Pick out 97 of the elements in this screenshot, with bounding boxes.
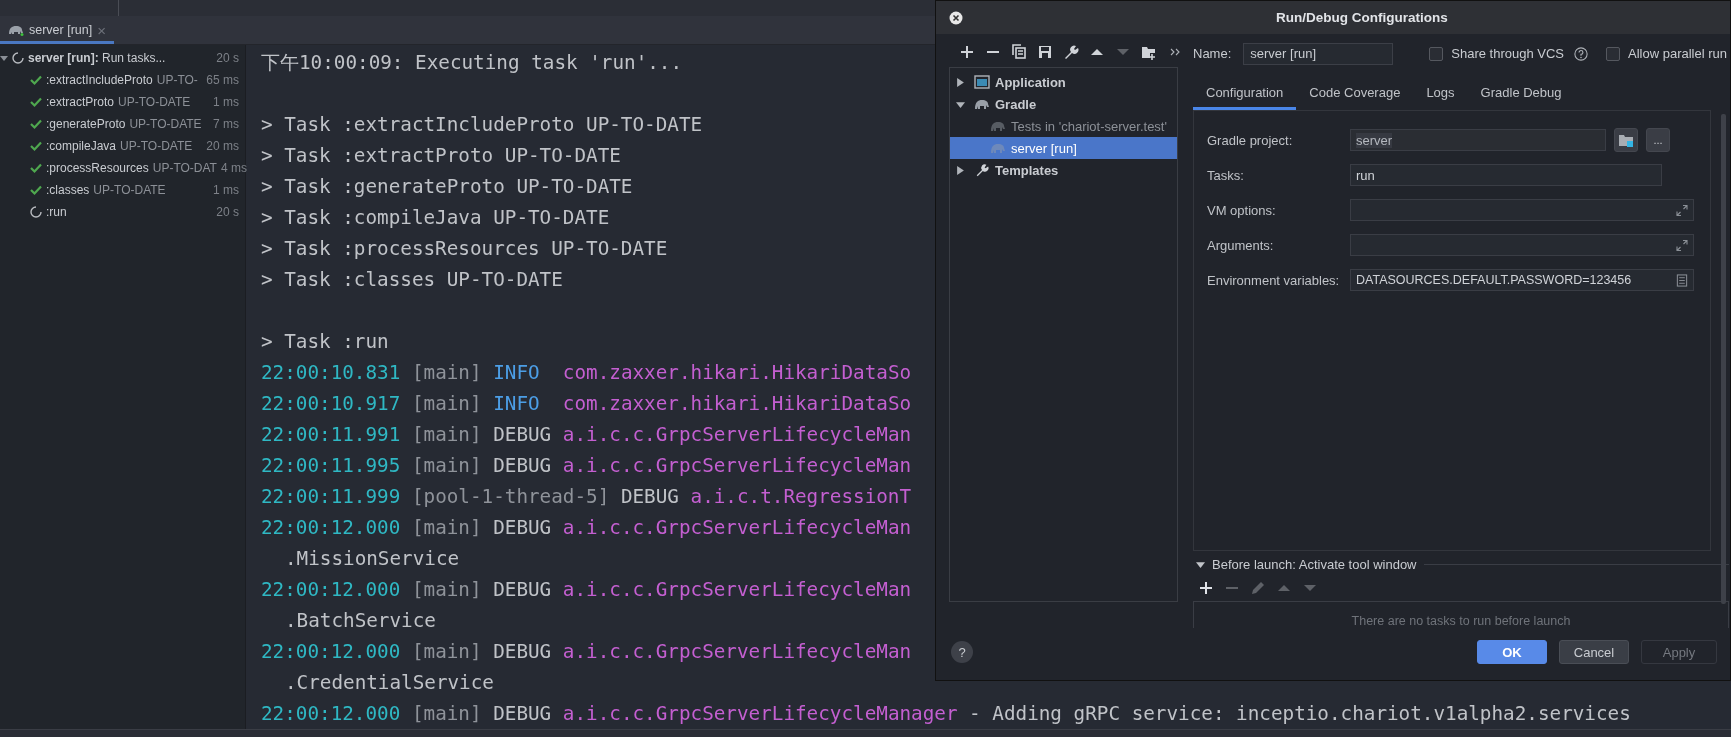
tree-item[interactable]: Tests in 'chariot-server.test'	[1011, 118, 1167, 134]
run-tab[interactable]: server [run] ×	[0, 16, 114, 44]
log-line: 22:00:11.991 [main] DEBUG a.i.c.c.GrpcServerLifecycleMan	[261, 422, 912, 448]
name-field[interactable]: server [run]	[1243, 42, 1394, 65]
field-label: Gradle project:	[1207, 132, 1294, 148]
console-line: 下午10:00:09: Executing task 'run'...	[261, 50, 683, 76]
console-line: > Task :compileJava UP-TO-DATE	[261, 205, 610, 231]
input-field[interactable]	[1350, 199, 1694, 222]
console-line: > Task :run	[261, 329, 389, 355]
duration-text: 4 ms	[220, 161, 247, 175]
plus-icon[interactable]	[1198, 580, 1214, 597]
duration-text: 20 ms	[206, 139, 239, 153]
help-icon[interactable]	[1574, 46, 1589, 61]
save-icon[interactable]	[1037, 44, 1053, 60]
log-line: 22:00:11.995 [main] DEBUG a.i.c.c.GrpcServerLifecycleMan	[261, 453, 912, 479]
duration-text: 65 ms	[206, 73, 239, 87]
section-title[interactable]: Before launch: Activate tool window	[1212, 556, 1417, 572]
console-line: > Task :generateProto UP-TO-DATE	[261, 174, 633, 200]
tree-item[interactable]: :compileJava UP-TO-DATE	[46, 139, 203, 153]
log-line: 22:00:12.000 [main] DEBUG a.i.c.c.GrpcServerLifecycleMan	[261, 577, 912, 603]
duration-text: 7 ms	[213, 117, 239, 131]
field-label: Tasks:	[1207, 167, 1245, 183]
tree-item[interactable]: :extractProto UP-TO-DATE	[46, 95, 209, 109]
tree-item[interactable]: :classes UP-TO-DATE	[46, 183, 209, 197]
elephant-icon	[8, 24, 24, 36]
tree-item[interactable]: :generateProto UP-TO-DATE	[46, 117, 209, 131]
check-icon	[30, 74, 42, 86]
expand-arrow-icon[interactable]	[1196, 559, 1205, 569]
input-field[interactable]: run	[1350, 164, 1662, 187]
elephant-icon	[974, 97, 990, 111]
window-icon	[974, 75, 990, 89]
console-line: > Task :classes UP-TO-DATE	[261, 267, 563, 293]
expand-arrow-icon[interactable]	[0, 54, 10, 62]
console-line: .MissionService	[284, 546, 460, 572]
tree-item[interactable]: :processResources UP-TO-DAT	[46, 161, 217, 175]
tree-item[interactable]: Gradle	[995, 96, 1037, 112]
check-icon	[30, 184, 42, 196]
tab[interactable]: Logs	[1413, 77, 1468, 110]
tree-item[interactable]: server [run]: Run tasks...	[28, 51, 213, 65]
checkbox-label[interactable]: Share through VCS	[1451, 46, 1565, 62]
duration-text: 1 ms	[213, 95, 239, 109]
field-label: Arguments:	[1207, 237, 1275, 253]
dialog-title: Run/Debug Configurations	[1276, 10, 1448, 25]
check-icon	[30, 162, 42, 174]
checkbox[interactable]	[1429, 46, 1444, 61]
console-line: > Task :processResources UP-TO-DATE	[261, 236, 668, 262]
console-line: > Task :extractProto UP-TO-DATE	[261, 143, 621, 169]
folder-icon	[1618, 133, 1634, 148]
copy-icon[interactable]	[1011, 44, 1027, 60]
tab[interactable]: Gradle Debug	[1467, 77, 1575, 110]
empty-text: There are no tasks to run before launch	[1351, 614, 1571, 628]
tree-item[interactable]: Application	[995, 74, 1066, 90]
console-line: .CredentialService	[284, 670, 494, 696]
folder-button[interactable]	[1614, 128, 1638, 153]
browse-button[interactable]: ...	[1646, 128, 1670, 153]
field-label: VM options:	[1207, 202, 1277, 218]
check-icon	[30, 118, 42, 130]
console-line: > Task :extractIncludeProto UP-TO-DATE	[261, 112, 703, 138]
wrench-icon[interactable]	[1063, 44, 1079, 60]
checkbox-label[interactable]: Allow parallel run	[1628, 46, 1728, 62]
expand-arrow-icon[interactable]	[956, 77, 965, 87]
input-field[interactable]	[1350, 234, 1694, 257]
expand-icon[interactable]	[1676, 203, 1688, 217]
checkbox[interactable]	[1606, 46, 1621, 61]
tab[interactable]: Configuration	[1193, 77, 1297, 110]
document-icon[interactable]	[1676, 273, 1688, 287]
tree-item[interactable]: :run	[46, 205, 213, 219]
log-line: 22:00:10.917 [main] INFO com.zaxxer.hikari.HikariDataSo	[261, 391, 912, 417]
wrench-icon	[974, 163, 990, 177]
log-line: 22:00:12.000 [main] DEBUG a.i.c.c.GrpcServerLifecycleManager - Adding gRPC service: inceptio.chariot.v1alpha2.services	[261, 701, 1631, 727]
log-line: 22:00:10.831 [main] INFO com.zaxxer.hikari.HikariDataSo	[261, 360, 912, 386]
expand-icon[interactable]	[1676, 238, 1688, 252]
dialog-button[interactable]: Cancel	[1559, 640, 1629, 664]
check-icon	[30, 140, 42, 152]
help-button[interactable]: ?	[951, 641, 973, 663]
log-line: 22:00:11.999 [pool-1-thread-5] DEBUG a.i.c.t.RegressionT	[261, 484, 912, 510]
check-icon	[30, 96, 42, 108]
expand-arrow-icon[interactable]	[956, 99, 965, 109]
tab[interactable]: Code Coverage	[1296, 77, 1414, 110]
name-label: Name:	[1193, 46, 1232, 62]
log-line: 22:00:12.000 [main] DEBUG a.i.c.c.GrpcServerLifecycleMan	[261, 639, 912, 665]
duration-text: 1 ms	[213, 183, 239, 197]
field-label: Environment variables:	[1207, 272, 1341, 288]
folder-icon[interactable]	[1141, 44, 1157, 60]
duration-text: 20 s	[216, 51, 239, 65]
close-icon[interactable]	[949, 10, 963, 25]
spinner-icon	[12, 52, 24, 64]
input-field[interactable]: DATASOURCES.DEFAULT.PASSWORD=123456	[1350, 269, 1694, 292]
log-line: 22:00:12.000 [main] DEBUG a.i.c.c.GrpcServerLifecycleMan	[261, 515, 912, 541]
expand-arrow-icon[interactable]	[956, 165, 965, 175]
duration-text: 20 s	[216, 205, 239, 219]
tree-item[interactable]: :extractIncludeProto UP-TO-	[46, 73, 203, 87]
tree-item[interactable]: Templates	[995, 162, 1059, 178]
input-field[interactable]: server	[1350, 129, 1606, 152]
plus-icon[interactable]	[959, 44, 975, 60]
console-line: .BatchService	[284, 608, 436, 634]
spinner-icon	[30, 206, 42, 218]
